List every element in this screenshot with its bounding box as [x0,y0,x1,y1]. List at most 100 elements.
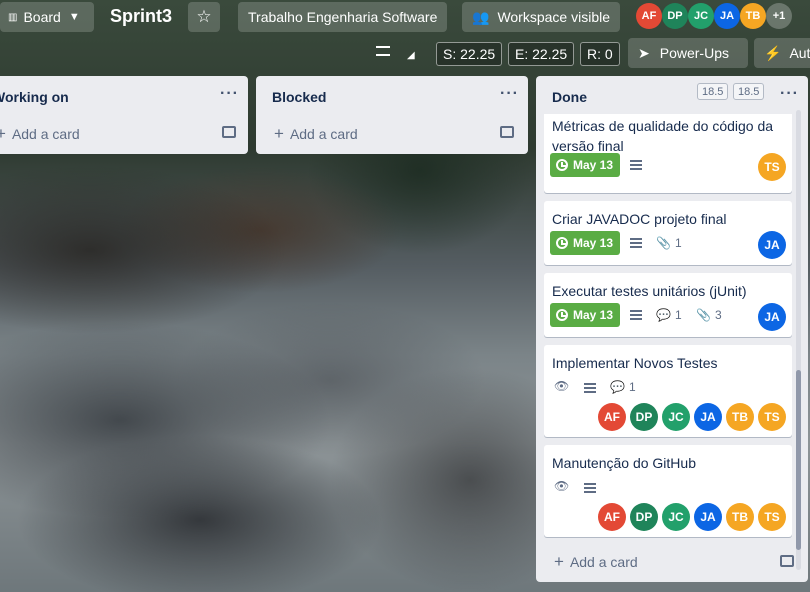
add-card-label: Add a card [289,126,358,142]
due-date-badge[interactable]: May 13 [550,303,620,327]
visibility-label: Workspace visible [497,9,610,25]
comment-icon: 💬 [610,380,625,394]
star-button[interactable]: ☆ [188,2,220,32]
description-badge [630,160,642,170]
list-title[interactable]: Done [552,89,587,105]
list-title[interactable]: Working on [0,89,69,105]
card-template-icon[interactable] [222,126,236,138]
add-card-button[interactable]: + Add a card [0,124,80,144]
plus-icon: + [274,124,284,143]
card[interactable]: Manutenção do GitHub 👁 AF DP JC JA TB TS [544,445,792,537]
due-date-badge[interactable]: May 13 [550,153,620,177]
paperclip-icon: 📎 [696,308,711,322]
points-end: E: 22.25 [508,42,575,66]
board-title[interactable]: Sprint3 [110,6,172,27]
card[interactable]: Criar JAVADOC projeto final May 13 📎 1 J… [544,201,792,265]
description-icon [630,160,642,170]
star-icon: ☆ [196,7,212,26]
add-card-button[interactable]: + Add a card [554,552,638,572]
list-blocked: Blocked ··· + Add a card [256,76,528,154]
member-avatar[interactable]: TB [726,403,754,431]
chart-icon[interactable]: ◢ [407,50,415,61]
clock-icon [556,309,568,321]
people-icon: 👥 [472,8,490,25]
member-avatar[interactable]: JC [688,3,714,29]
card-members: AF DP JC JA TB TS [598,503,786,531]
chevron-down-icon: ▼ [68,11,80,23]
list-scrollbar-thumb[interactable] [796,370,801,550]
member-avatar[interactable]: AF [636,3,662,29]
list-menu-button[interactable]: ··· [220,85,239,103]
automation-label: Aut [789,45,810,61]
member-avatar[interactable]: JA [758,231,786,259]
description-icon [630,238,642,248]
due-date-label: May 13 [573,236,614,250]
member-avatar[interactable]: DP [662,3,688,29]
card-title: Manutenção do GitHub [552,455,696,471]
member-avatar[interactable]: JC [662,503,690,531]
card[interactable]: Implementar Novos Testes 👁 💬 1 AF DP JC … [544,345,792,437]
member-avatar[interactable]: AF [598,503,626,531]
workspace-button[interactable]: Trabalho Engenharia Software [238,2,448,32]
due-date-label: May 13 [573,158,614,172]
visibility-button[interactable]: 👥 Workspace visible [462,2,620,32]
member-avatar[interactable]: AF [598,403,626,431]
member-avatar[interactable]: JA [694,503,722,531]
attachment-count: 3 [714,308,722,322]
card[interactable]: Executar testes unitários (jUnit) May 13… [544,273,792,337]
member-avatar[interactable]: TS [758,153,786,181]
card[interactable]: Métricas de qualidade do código da versã… [544,114,792,193]
points-remaining: R: 0 [580,42,620,66]
list-working-on: Working on ··· + Add a card [0,76,248,154]
description-icon [584,383,596,393]
list-title[interactable]: Blocked [272,89,326,105]
card-template-icon[interactable] [780,555,794,567]
member-avatar[interactable]: DP [630,403,658,431]
points-start: S: 22.25 [436,42,503,66]
card-members: JA [758,303,786,331]
card-members: TS [758,153,786,181]
due-date-badge[interactable]: May 13 [550,231,620,255]
comment-count: 1 [628,380,636,394]
description-badge [630,238,642,248]
member-avatar[interactable]: JC [662,403,690,431]
clock-icon [556,237,568,249]
list-menu-button[interactable]: ··· [780,85,799,103]
list-icon[interactable] [376,46,390,56]
watch-badge: 👁 [554,479,569,493]
card-members: AF DP JC JA TB TS [598,403,786,431]
power-ups-label: Power-Ups [659,45,729,61]
more-members-button[interactable]: +1 [766,3,792,29]
view-switcher-button[interactable]: ▥ Board ▼ [0,2,94,32]
power-ups-button[interactable]: ➤ Power-Ups [628,38,748,68]
description-badge [584,483,596,493]
automation-button[interactable]: ⚡ Aut [754,38,810,68]
paperclip-icon: 📎 [656,236,671,250]
attachment-count: 1 [674,236,682,250]
due-date-label: May 13 [573,308,614,322]
member-avatar[interactable]: TB [726,503,754,531]
member-avatar[interactable]: DP [630,503,658,531]
card-template-icon[interactable] [500,126,514,138]
member-avatar[interactable]: TB [740,3,766,29]
card-title: Implementar Novos Testes [552,355,718,371]
member-avatar[interactable]: TS [758,503,786,531]
member-avatar[interactable]: JA [714,3,740,29]
board-icon: ▥ [8,11,18,23]
comment-count: 1 [674,308,682,322]
list-menu-button[interactable]: ··· [500,85,519,103]
board-header: ▥ Board ▼ Sprint3 ☆ Trabalho Engenharia … [0,0,810,34]
lightning-icon: ⚡ [764,44,782,61]
rocket-icon: ➤ [638,44,650,61]
plus-icon: + [0,124,6,143]
add-card-button[interactable]: + Add a card [274,124,358,144]
card-title: Executar testes unitários (jUnit) [552,283,747,299]
member-avatar[interactable]: TS [758,403,786,431]
description-badge [630,310,642,320]
member-avatar[interactable]: JA [694,403,722,431]
member-avatar[interactable]: JA [758,303,786,331]
add-card-label: Add a card [11,126,80,142]
comment-badge: 💬 1 [656,308,682,322]
comment-icon: 💬 [656,308,671,322]
view-switcher-label: Board [23,9,61,25]
